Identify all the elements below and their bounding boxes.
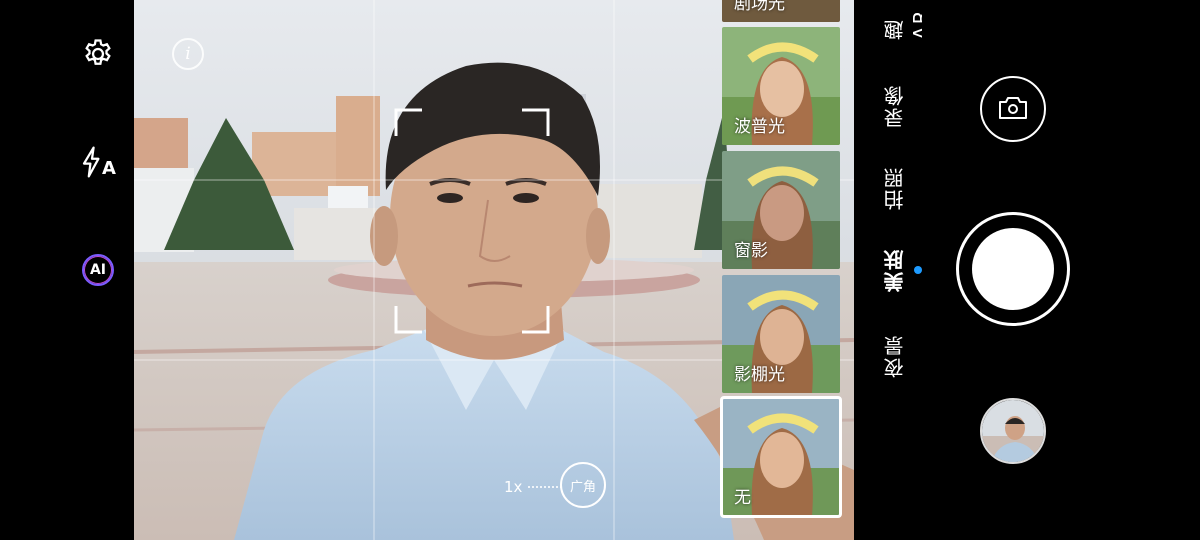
mode-video[interactable]: 录像 xyxy=(880,80,908,128)
filter-label: 剧场光 xyxy=(734,0,785,14)
filter-label: 影棚光 xyxy=(734,365,785,385)
mode-ar[interactable]: 趣AR xyxy=(880,0,933,40)
mode-label: 美肤 xyxy=(883,248,907,292)
ai-icon: AI xyxy=(82,254,114,286)
switch-camera-icon xyxy=(999,97,1027,119)
mode-label: 拍照 xyxy=(883,166,907,210)
left-toolbar: A AI xyxy=(0,0,134,540)
mode-photo[interactable]: 拍照 xyxy=(880,162,908,210)
filter-label: 窗影 xyxy=(734,241,768,261)
zoom-value: 1x xyxy=(504,478,523,496)
zoom-level[interactable]: 1x xyxy=(504,478,522,496)
capture-controls xyxy=(922,0,1200,540)
filter-label: 波普光 xyxy=(734,117,785,137)
zoom-dots xyxy=(528,486,562,488)
lighting-filter-strip: 剧场光 波普光 窗影 影棚光 无 xyxy=(720,0,844,540)
filter-theater-light[interactable]: 剧场光 xyxy=(722,0,840,22)
shutter-inner xyxy=(972,228,1054,310)
info-icon: i xyxy=(185,44,191,64)
settings-gear-icon xyxy=(85,39,111,65)
filter-pop-light[interactable]: 波普光 xyxy=(722,27,840,145)
switch-camera-button[interactable] xyxy=(980,76,1046,142)
ai-button[interactable]: AI xyxy=(70,242,126,298)
flash-button[interactable]: A xyxy=(70,134,126,190)
face-focus-frame xyxy=(394,108,550,334)
filter-studio-light[interactable]: 影棚光 xyxy=(722,275,840,393)
flash-auto-icon xyxy=(82,146,100,178)
active-mode-dot xyxy=(914,266,922,274)
mode-night[interactable]: 夜景 xyxy=(880,330,908,378)
shutter-button[interactable] xyxy=(956,212,1070,326)
filter-label: 无 xyxy=(734,488,751,508)
settings-button[interactable] xyxy=(70,26,126,82)
wide-angle-label: 广角 xyxy=(569,479,596,495)
mode-label: 夜景 xyxy=(883,334,907,378)
camera-mode-selector: 趣AR 录像 拍照 美肤 夜景 xyxy=(862,0,933,540)
gallery-thumbnail[interactable] xyxy=(980,398,1046,464)
filter-none[interactable]: 无 xyxy=(720,396,842,518)
mode-label: 录像 xyxy=(883,84,907,128)
info-button[interactable]: i xyxy=(172,38,204,70)
gallery-preview-image xyxy=(982,400,1044,462)
mode-beauty[interactable]: 美肤 xyxy=(880,244,908,292)
filter-window-shadow[interactable]: 窗影 xyxy=(722,151,840,269)
flash-mode-label: A xyxy=(102,157,116,179)
wide-angle-button[interactable]: 广角 xyxy=(560,462,606,508)
ai-label: AI xyxy=(89,262,107,278)
